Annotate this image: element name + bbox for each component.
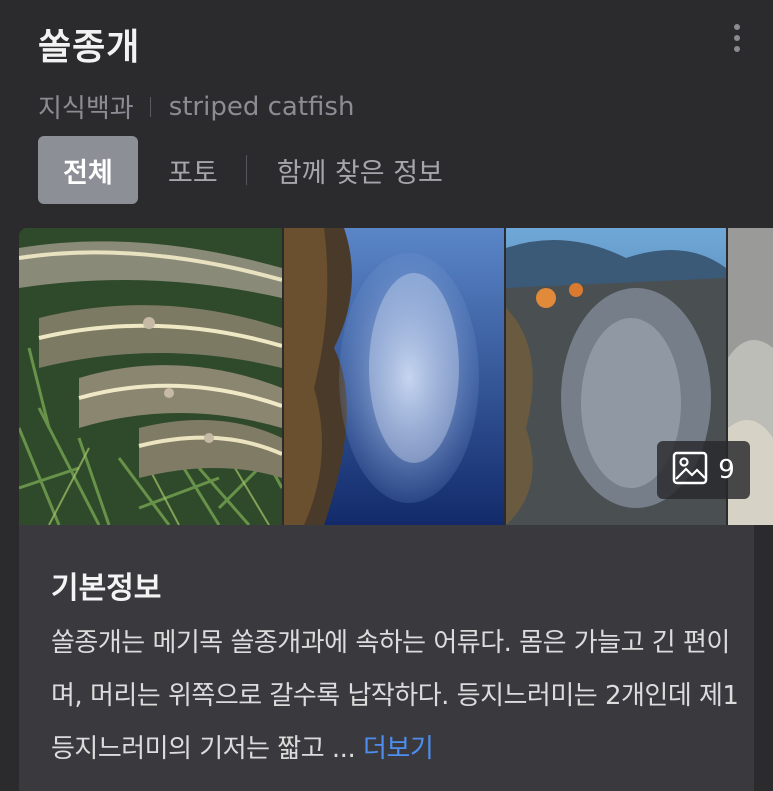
dot: [734, 46, 740, 52]
basic-info-title: 기본정보: [51, 571, 162, 606]
english-name: striped catfish: [168, 91, 355, 122]
tab-all[interactable]: 전체: [38, 136, 138, 204]
more-link[interactable]: 더보기: [363, 734, 434, 764]
page-title: 쏠종개: [38, 27, 141, 68]
photo-catfish-seagrass[interactable]: [19, 228, 282, 525]
more-options-icon[interactable]: [724, 22, 750, 54]
tab-photo[interactable]: 포토: [168, 151, 218, 190]
dot: [734, 24, 740, 30]
tab-related-info[interactable]: 함께 찾은 정보: [277, 151, 443, 190]
tab-bar: 전체 포토 함께 찾은 정보: [38, 136, 443, 204]
tab-divider: [245, 155, 247, 185]
basic-info-card: 기본정보 쏠종개는 메기목 쏠종개과에 속하는 어류다. 몸은 가늘고 긴 편이…: [19, 525, 754, 791]
basic-info-text: 쏠종개는 메기목 쏠종개과에 속하는 어류다. 몸은 가늘고 긴 편이며, 머리…: [51, 617, 741, 776]
image-icon: [672, 451, 708, 489]
dot: [734, 35, 740, 41]
divider: [149, 96, 151, 117]
source-label[interactable]: 지식백과: [38, 88, 134, 125]
subtitle: 지식백과 striped catfish: [38, 88, 354, 125]
photo-count-badge[interactable]: 9: [657, 441, 750, 499]
photo-fish-ball[interactable]: [284, 228, 504, 525]
photo-count: 9: [718, 455, 735, 485]
